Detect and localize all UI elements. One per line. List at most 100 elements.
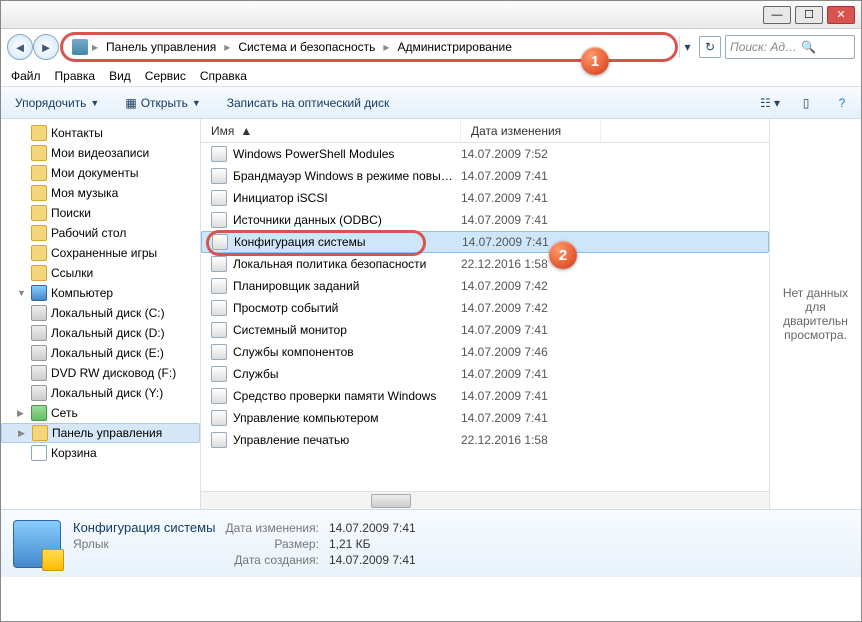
forward-button[interactable]: ► [33,34,59,60]
folder-icon [31,285,47,301]
file-row[interactable]: Windows PowerShell Modules14.07.2009 7:5… [201,143,769,165]
sidebar-item[interactable]: Поиски [1,203,200,223]
close-button[interactable]: ✕ [827,6,855,24]
sidebar-item-label: Локальный диск (C:) [51,306,165,320]
sidebar-item-label: Моя музыка [51,186,118,200]
file-name: Просмотр событий [233,301,338,315]
file-date: 14.07.2009 7:41 [461,323,601,337]
file-name: Конфигурация системы [234,235,365,249]
sidebar-item[interactable]: DVD RW дисковод (F:) [1,363,200,383]
sidebar-item[interactable]: ▼Компьютер [1,283,200,303]
breadcrumb-leaf[interactable]: Администрирование [393,40,515,54]
file-row[interactable]: Управление печатью22.12.2016 1:58 [201,429,769,451]
sidebar-item[interactable]: Локальный диск (E:) [1,343,200,363]
menu-help[interactable]: Справка [200,69,247,83]
file-row[interactable]: Системный монитор14.07.2009 7:41 [201,319,769,341]
sidebar-item[interactable]: Моя музыка [1,183,200,203]
file-pane: Имя ▲ Дата изменения Windows PowerShell … [201,119,769,509]
file-name: Службы [233,367,278,381]
open-button[interactable]: ▦ Открыть ▼ [119,93,206,113]
preview-pane-button[interactable]: ▯ [795,92,817,114]
burn-button[interactable]: Записать на оптический диск [221,93,396,113]
sidebar-item[interactable]: Сохраненные игры [1,243,200,263]
file-name: Локальная политика безопасности [233,257,426,271]
folder-icon [32,425,48,441]
file-row[interactable]: Конфигурация системы 14.07.2009 7:41 [201,231,769,253]
file-icon [211,190,227,206]
column-name[interactable]: Имя ▲ [201,119,461,142]
toolbar: Упорядочить ▼ ▦ Открыть ▼ Записать на оп… [1,87,861,119]
sidebar-item-label: Корзина [51,446,97,460]
sidebar-item[interactable]: ▶Панель управления [1,423,200,443]
sidebar-item[interactable]: Локальный диск (Y:) [1,383,200,403]
file-row[interactable]: Просмотр событий 14.07.2009 7:42 [201,297,769,319]
sidebar-item[interactable]: ▶Сеть [1,403,200,423]
menu-view[interactable]: Вид [109,69,131,83]
sidebar-item-label: Локальный диск (E:) [51,346,164,360]
file-icon [211,322,227,338]
search-input[interactable]: Поиск: Ад… 🔍 [725,35,855,59]
details-size-value: 1,21 КБ [329,537,416,551]
file-row[interactable]: Службы компонентов14.07.2009 7:46 [201,341,769,363]
sidebar-item-label: Ссылки [51,266,93,280]
file-name: Управление компьютером [233,411,378,425]
column-date[interactable]: Дата изменения [461,119,601,142]
refresh-button[interactable]: ↻ [699,36,721,58]
file-row[interactable]: Брандмауэр Windows в режиме повы…14.07.2… [201,165,769,187]
file-icon [211,410,227,426]
minimize-button[interactable]: — [763,6,791,24]
file-row[interactable]: Средство проверки памяти Windows14.07.20… [201,385,769,407]
file-icon [211,344,227,360]
sidebar-item[interactable]: Рабочий стол [1,223,200,243]
file-list: Windows PowerShell Modules14.07.2009 7:5… [201,143,769,491]
sidebar-item-label: Рабочий стол [51,226,126,240]
file-icon [211,366,227,382]
file-date: 14.07.2009 7:52 [461,147,601,161]
view-mode-button[interactable]: ☷ ▾ [759,92,781,114]
sidebar-item[interactable]: Мои документы [1,163,200,183]
sidebar-item[interactable]: Корзина [1,443,200,463]
horizontal-scrollbar[interactable] [201,491,769,509]
file-icon [212,234,228,250]
organize-button[interactable]: Упорядочить ▼ [9,93,105,113]
search-placeholder: Поиск: Ад… [730,40,797,54]
menu-edit[interactable]: Правка [55,69,96,83]
file-date: 14.07.2009 7:41 [461,191,601,205]
titlebar: — ☐ ✕ [1,1,861,29]
column-header: Имя ▲ Дата изменения [201,119,769,143]
file-date: 14.07.2009 7:41 [462,235,602,249]
sidebar-item[interactable]: Контакты [1,123,200,143]
menu-file[interactable]: Файл [11,69,41,83]
folder-icon [31,125,47,141]
breadcrumb-sep: ▸ [222,40,232,54]
file-row[interactable]: Источники данных (ODBC)14.07.2009 7:41 [201,209,769,231]
menu-tools[interactable]: Сервис [145,69,186,83]
sidebar-item-label: Локальный диск (Y:) [51,386,163,400]
breadcrumb-root[interactable]: Панель управления [102,40,220,54]
details-size-label: Размер: [225,537,319,551]
sidebar-item-label: Сохраненные игры [51,246,157,260]
file-row[interactable]: Управление компьютером14.07.2009 7:41 [201,407,769,429]
file-row[interactable]: Службы14.07.2009 7:41 [201,363,769,385]
back-button[interactable]: ◄ [7,34,33,60]
folder-icon [31,265,47,281]
file-date: 22.12.2016 1:58 [461,433,601,447]
file-row[interactable]: Инициатор iSCSI14.07.2009 7:41 [201,187,769,209]
scrollbar-thumb[interactable] [371,494,411,508]
location-icon [72,39,88,55]
sidebar-item[interactable]: Ссылки [1,263,200,283]
sidebar-item[interactable]: Локальный диск (C:) [1,303,200,323]
help-button[interactable]: ? [831,92,853,114]
folder-icon [31,225,47,241]
file-row[interactable]: Локальная политика безопасности22.12.201… [201,253,769,275]
chevron-down-icon: ▼ [192,98,201,108]
folder-icon [31,405,47,421]
sidebar-item[interactable]: Мои видеозаписи [1,143,200,163]
sidebar-item[interactable]: Локальный диск (D:) [1,323,200,343]
maximize-button[interactable]: ☐ [795,6,823,24]
address-dropdown[interactable]: ▾ [679,36,695,58]
open-label: Открыть [141,96,188,110]
file-date: 14.07.2009 7:42 [461,301,601,315]
breadcrumb-mid[interactable]: Система и безопасность [234,40,379,54]
file-row[interactable]: Планировщик заданий14.07.2009 7:42 [201,275,769,297]
